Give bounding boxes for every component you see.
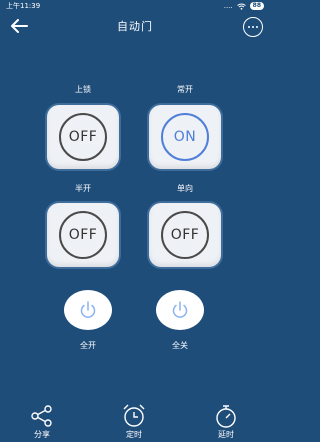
more-dot (256, 26, 258, 28)
battery-indicator: 88 (249, 2, 264, 10)
half-open-label: 半开 (75, 184, 91, 193)
share-label: 分享 (34, 430, 50, 439)
always-open-toggle-state: ON (161, 113, 209, 161)
schedule-button[interactable]: 定时 (109, 403, 159, 440)
power-icon (172, 301, 188, 318)
delay-button[interactable]: 延时 (201, 403, 251, 440)
close-all-label: 全关 (172, 341, 188, 350)
more-button[interactable] (243, 17, 263, 37)
one-way-label: 单向 (177, 184, 193, 193)
lock-label: 上锁 (75, 85, 91, 94)
more-dot (252, 26, 254, 28)
status-bar: 上午11:39 .... 88 (0, 0, 270, 12)
one-way-toggle-state: OFF (161, 211, 209, 259)
lock-toggle-state: OFF (59, 113, 107, 161)
power-icon (80, 301, 96, 318)
more-dot (248, 26, 250, 28)
share-button[interactable]: 分享 (17, 403, 67, 440)
share-icon (31, 405, 52, 427)
always-open-label: 常开 (177, 85, 193, 94)
one-way-toggle[interactable]: OFF (149, 203, 221, 267)
alarm-clock-icon (123, 404, 145, 427)
half-open-toggle[interactable]: OFF (47, 203, 119, 267)
open-all-button[interactable] (64, 290, 112, 330)
wifi-icon (236, 3, 246, 10)
schedule-label: 定时 (126, 430, 142, 439)
open-all-label: 全开 (80, 341, 96, 350)
signal-icon: .... (223, 2, 233, 10)
close-all-button[interactable] (156, 290, 204, 330)
always-open-toggle[interactable]: ON (149, 105, 221, 169)
half-open-toggle-state: OFF (59, 211, 107, 259)
page-title: 自动门 (117, 20, 153, 33)
timer-icon (216, 405, 236, 428)
lock-toggle[interactable]: OFF (47, 105, 119, 169)
status-indicators: .... 88 (224, 0, 264, 12)
delay-label: 延时 (218, 430, 234, 439)
status-time: 上午11:39 (6, 2, 41, 10)
header: 自动门 (0, 12, 270, 42)
